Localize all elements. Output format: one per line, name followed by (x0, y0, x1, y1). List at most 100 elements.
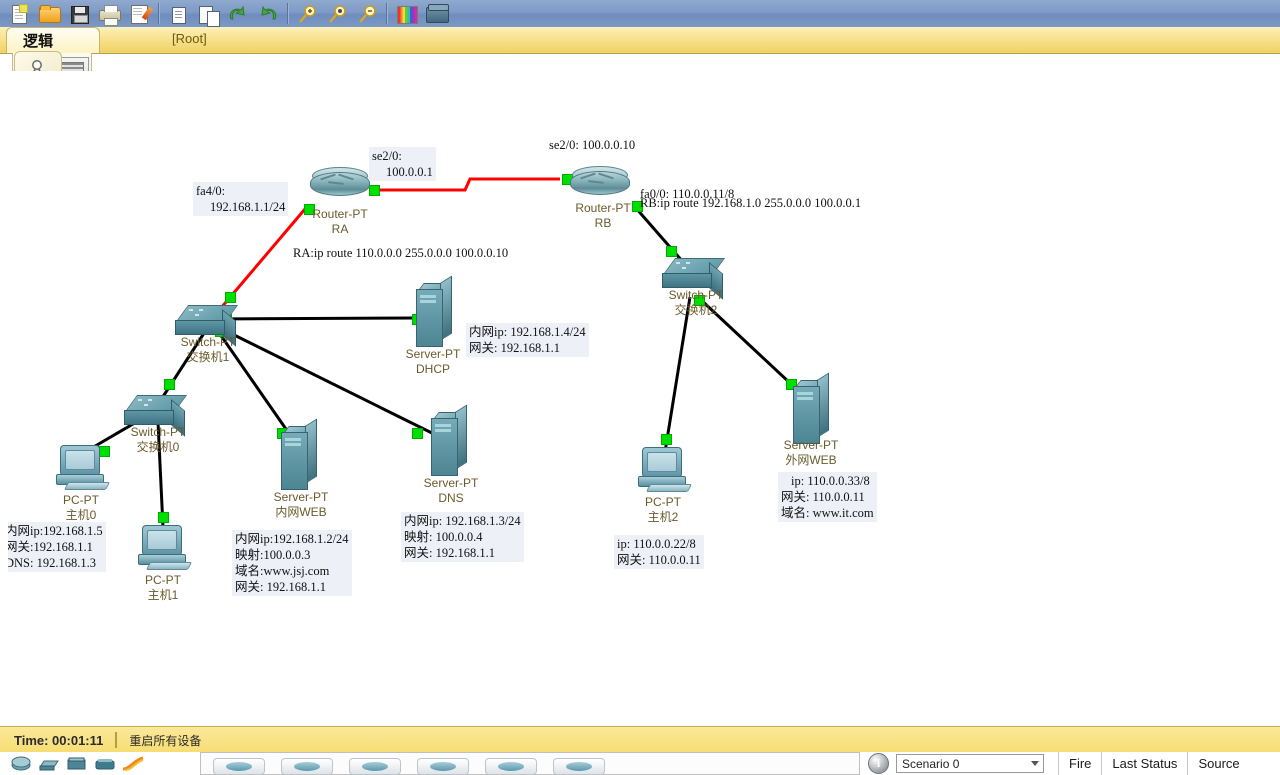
zoom-out-icon[interactable] (352, 1, 382, 26)
device-type-switch-2: Switch-PT (668, 288, 724, 302)
pc-icon (638, 447, 693, 492)
device-server-dns[interactable] (431, 404, 467, 476)
annotation-ra-serial: se2/0: 100.0.0.1 (369, 147, 436, 181)
device-label-web-external: Server-PT 外网WEB (763, 438, 859, 468)
device-switch-0[interactable] (124, 395, 188, 437)
server-icon (281, 418, 317, 490)
device-server-dhcp[interactable] (416, 275, 452, 347)
device-label-switch-0: Switch-PT 交换机0 (110, 425, 206, 455)
device-type-dns: Server-PT (423, 476, 479, 490)
device-model-grid (200, 752, 860, 775)
info-icon: i (868, 753, 889, 774)
hubs-category-icon[interactable] (66, 756, 88, 772)
device-name-web-external: 外网WEB (785, 453, 837, 467)
annotation-dhcp: 内网ip: 192.168.1.4/24 网关: 192.168.1.1 (466, 323, 589, 357)
link-status-dot (225, 292, 236, 303)
paste-icon[interactable] (193, 1, 223, 27)
device-server-web-external[interactable] (793, 372, 829, 444)
toolbar-divider (287, 3, 288, 24)
restart-all-devices-button[interactable]: 重启所有设备 (129, 732, 201, 749)
device-model-item[interactable] (417, 758, 469, 775)
status-divider (115, 732, 118, 748)
device-category-list (4, 752, 200, 775)
device-model-item[interactable] (213, 758, 265, 775)
results-column-fire[interactable]: Fire (1058, 752, 1101, 775)
results-column-source[interactable]: Source (1187, 752, 1249, 775)
zoom-in-icon[interactable] (292, 1, 322, 26)
device-type-web-internal: Server-PT (273, 490, 329, 504)
device-type-ra: Router-PT (312, 207, 368, 221)
device-name-pc-2: 主机2 (647, 510, 679, 524)
routers-category-icon[interactable] (10, 756, 32, 772)
print-icon[interactable] (94, 1, 124, 26)
annotation-pc-0: 内网ip:192.168.1.5 网关:192.168.1.1 DNS: 192… (8, 522, 106, 572)
device-model-item[interactable] (281, 758, 333, 775)
device-model-item[interactable] (485, 758, 537, 775)
main-toolbar (0, 0, 1280, 28)
workspace-tabstrip: 逻辑 [Root] (0, 27, 1280, 54)
device-name-dns: DNS (438, 491, 464, 505)
device-label-pc-2: PC-PT 主机2 (618, 495, 708, 525)
device-type-pc-0: PC-PT (63, 493, 99, 507)
custom-devices-icon[interactable] (421, 1, 451, 26)
toolbar-divider (158, 3, 159, 24)
server-icon (431, 404, 467, 476)
device-type-pc-1: PC-PT (145, 573, 181, 587)
tab-logical[interactable]: 逻辑 (6, 27, 100, 53)
device-name-switch-2: 交换机2 (674, 303, 718, 317)
copy-icon[interactable] (163, 1, 193, 26)
wireless-category-icon[interactable] (94, 756, 116, 772)
undo-icon[interactable] (223, 1, 253, 26)
device-router-rb[interactable] (570, 165, 630, 199)
server-icon (416, 275, 452, 347)
device-pc-0[interactable] (56, 445, 111, 490)
annotation-web-external: ip: 110.0.0.33/8 网关: 110.0.0.11 域名: www.… (778, 472, 877, 522)
device-model-item[interactable] (553, 758, 605, 775)
link-status-dot (164, 379, 175, 390)
device-label-dns: Server-PT DNS (404, 476, 498, 506)
switch-icon (662, 258, 726, 300)
device-name-rb: RB (594, 216, 612, 230)
pc-icon (138, 525, 193, 570)
annotation-ra-fast: fa4/0: 192.168.1.1/24 (193, 182, 289, 216)
device-router-ra[interactable] (310, 166, 370, 200)
toolbar-divider (386, 3, 387, 24)
device-label-pc-0: PC-PT 主机0 (36, 493, 126, 523)
device-name-pc-1: 主机1 (147, 588, 179, 602)
link-status-dot (158, 512, 169, 523)
palette-icon[interactable] (391, 1, 421, 26)
device-pc-1[interactable] (138, 525, 193, 570)
device-label-web-internal: Server-PT 内网WEB (253, 490, 349, 520)
device-server-web-internal[interactable] (281, 418, 317, 490)
results-column-last-status[interactable]: Last Status (1101, 752, 1187, 775)
annotation-dns: 内网ip: 192.168.1.3/24 映射: 100.0.0.4 网关: 1… (401, 512, 524, 562)
link-status-dot (661, 434, 672, 445)
device-type-switch-0: Switch-PT (130, 425, 186, 439)
scenario-dropdown[interactable]: Scenario 0 (896, 754, 1044, 773)
device-switch-1[interactable] (175, 305, 239, 347)
zoom-reset-icon[interactable] (322, 1, 352, 26)
server-icon (793, 372, 829, 444)
scenario-value: Scenario 0 (902, 756, 960, 771)
redo-icon[interactable] (253, 1, 283, 26)
router-icon (310, 166, 370, 200)
edit-icon[interactable] (124, 1, 154, 26)
annotation-web-internal: 内网ip:192.168.1.2/24 映射:100.0.0.3 域名:www.… (232, 530, 352, 596)
device-switch-2[interactable] (662, 258, 726, 300)
device-type-pc-2: PC-PT (645, 495, 681, 509)
switch-icon (175, 305, 239, 347)
device-label-switch-1: Switch-PT 交换机1 (160, 335, 256, 365)
save-icon[interactable] (64, 1, 94, 26)
open-folder-icon[interactable] (34, 1, 64, 26)
device-pc-2[interactable] (638, 447, 693, 492)
logical-topology-canvas[interactable]: Router-PT RA Router-PT RB Switch-PT 交换机1… (8, 71, 1272, 725)
new-file-icon[interactable] (4, 1, 34, 26)
chevron-down-icon (1031, 761, 1039, 766)
device-model-item[interactable] (349, 758, 401, 775)
connections-category-icon[interactable] (122, 756, 144, 772)
link-status-dot (369, 185, 380, 196)
simulation-results-header: Fire Last Status Source (1058, 752, 1280, 775)
link-status-dot (666, 246, 677, 257)
device-label-switch-2: Switch-PT 交换机2 (648, 288, 744, 318)
switches-category-icon[interactable] (38, 756, 60, 772)
